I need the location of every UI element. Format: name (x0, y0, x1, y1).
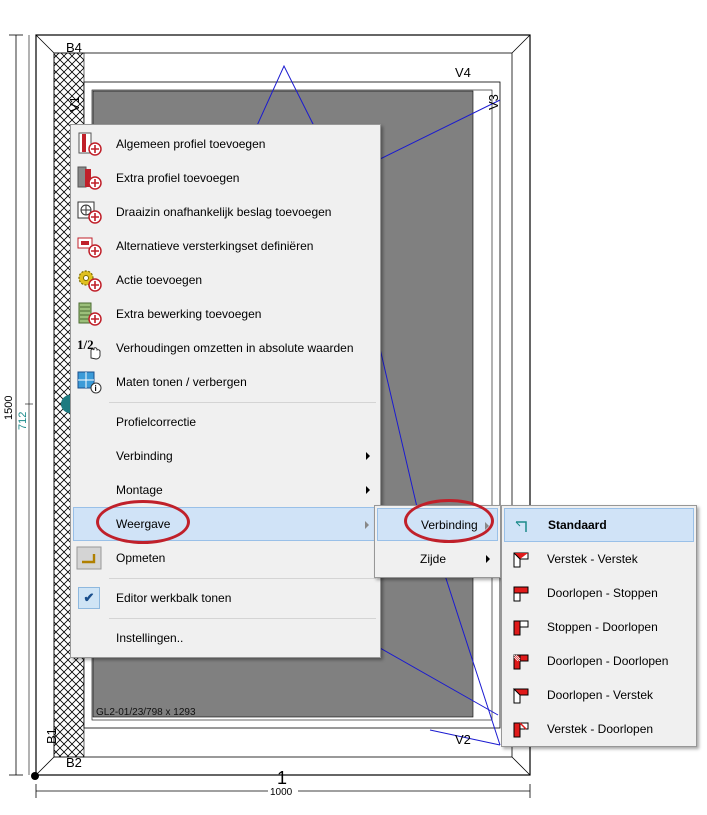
menu-separator (109, 402, 376, 403)
connection-standard-icon (508, 514, 534, 538)
menu-item-label: Maten tonen / verbergen (116, 375, 247, 389)
dimensions-toggle-icon: i (76, 370, 102, 394)
connection-option-label: Standaard (548, 518, 607, 532)
menu-item-label: Verbinding (116, 449, 173, 463)
menu-separator (109, 578, 376, 579)
menu-item-verhoudingen-omzetten[interactable]: 1/2 Verhoudingen omzetten in absolute wa… (73, 331, 378, 365)
connection-option-label: Doorlopen - Stoppen (547, 586, 658, 600)
extra-profile-add-icon (76, 166, 102, 190)
connection-option-standaard[interactable]: Standaard (504, 508, 694, 542)
annotation-oval-verbinding (404, 499, 494, 543)
menu-item-editor-werkbalk[interactable]: ✔ Editor werkbalk tonen (73, 581, 378, 615)
connection-option-verstek-doorlopen[interactable]: Verstek - Doorlopen (504, 712, 694, 746)
menu-item-algemeen-profiel[interactable]: Algemeen profiel toevoegen (73, 127, 378, 161)
menu-separator (109, 618, 376, 619)
label-b4: B4 (66, 40, 82, 55)
glass-size-label: GL2-01/23/798 x 1293 (96, 707, 196, 718)
label-v2: V2 (455, 732, 471, 747)
ratio-hand-icon: 1/2 (76, 336, 102, 360)
connection-option-label: Verstek - Doorlopen (547, 722, 654, 736)
profile-add-icon (76, 132, 102, 156)
through-through-icon (507, 649, 533, 673)
menu-item-alternatieve-versterkingset[interactable]: Alternatieve versterkingset definiëren (73, 229, 378, 263)
through-mitre-icon (507, 683, 533, 707)
menu-item-label: Opmeten (116, 551, 166, 565)
reinforcement-icon (76, 234, 102, 258)
connection-option-verstek-verstek[interactable]: Verstek - Verstek (504, 542, 694, 576)
menu-item-label: Verhoudingen omzetten in absolute waarde… (116, 341, 354, 355)
through-stop-icon (507, 581, 533, 605)
submenu-item-label: Zijde (420, 552, 447, 566)
menu-item-label: Alternatieve versterkingset definiëren (116, 239, 314, 253)
submenu-item-zijde[interactable]: Zijde (377, 542, 498, 575)
checkmark-icon: ✔ (78, 587, 100, 609)
connection-option-stoppen-doorlopen[interactable]: Stoppen - Doorlopen (504, 610, 694, 644)
label-v1: V1 (67, 96, 82, 112)
connection-option-label: Doorlopen - Verstek (547, 688, 654, 702)
machining-add-icon (76, 302, 102, 326)
mitre-mitre-icon (507, 547, 533, 571)
submenu-arrow-icon (365, 521, 369, 529)
connection-option-label: Doorlopen - Doorlopen (547, 654, 669, 668)
height-sub-dimension[interactable]: 712 (17, 412, 29, 430)
menu-item-maten-tonen[interactable]: i Maten tonen / verbergen (73, 365, 378, 399)
hardware-add-icon (76, 200, 102, 224)
stop-through-icon (507, 615, 533, 639)
width-dimension[interactable]: 1000 (270, 787, 293, 798)
label-b1: B1 (44, 728, 59, 744)
menu-item-opmeten[interactable]: Opmeten (73, 541, 378, 575)
menu-item-label: Extra bewerking toevoegen (116, 307, 262, 321)
annotation-oval-weergave (96, 500, 190, 544)
svg-text:i: i (95, 384, 97, 393)
menu-item-label: Profielcorrectie (116, 415, 197, 429)
menu-item-label: Draaizin onafhankelijk beslag toevoegen (116, 205, 332, 219)
menu-item-extra-bewerking[interactable]: Extra bewerking toevoegen (73, 297, 378, 331)
connection-option-label: Stoppen - Doorlopen (547, 620, 658, 634)
submenu-arrow-icon (366, 486, 370, 494)
verbinding-submenu: Standaard Verstek - Verstek Doorlopen - … (501, 505, 697, 747)
menu-item-verbinding[interactable]: Verbinding (73, 439, 378, 473)
menu-item-label: Algemeen profiel toevoegen (116, 137, 266, 151)
height-dimension[interactable]: 1500 (3, 396, 15, 420)
context-menu: Algemeen profiel toevoegen Extra profiel… (70, 124, 381, 658)
menu-item-label: Editor werkbalk tonen (116, 591, 232, 605)
menu-item-profielcorrectie[interactable]: Profielcorrectie (73, 405, 378, 439)
menu-item-label: Extra profiel toevoegen (116, 171, 240, 185)
menu-item-extra-profiel[interactable]: Extra profiel toevoegen (73, 161, 378, 195)
menu-item-label: Actie toevoegen (116, 273, 203, 287)
menu-item-instellingen[interactable]: Instellingen.. (73, 621, 378, 655)
action-gear-icon (76, 268, 102, 292)
submenu-arrow-icon (486, 555, 490, 563)
menu-item-label: Instellingen.. (116, 631, 184, 645)
mitre-through-icon (507, 717, 533, 741)
label-b2: B2 (66, 755, 82, 770)
label-v4: V4 (455, 65, 471, 80)
submenu-arrow-icon (366, 452, 370, 460)
connection-option-doorlopen-verstek[interactable]: Doorlopen - Verstek (504, 678, 694, 712)
connection-option-doorlopen-stoppen[interactable]: Doorlopen - Stoppen (504, 576, 694, 610)
menu-item-draaizin-beslag[interactable]: Draaizin onafhankelijk beslag toevoegen (73, 195, 378, 229)
label-v3: V3 (486, 94, 501, 110)
connection-option-doorlopen-doorlopen[interactable]: Doorlopen - Doorlopen (504, 644, 694, 678)
measure-icon (76, 546, 102, 570)
menu-item-actie-toevoegen[interactable]: Actie toevoegen (73, 263, 378, 297)
connection-option-label: Verstek - Verstek (547, 552, 638, 566)
